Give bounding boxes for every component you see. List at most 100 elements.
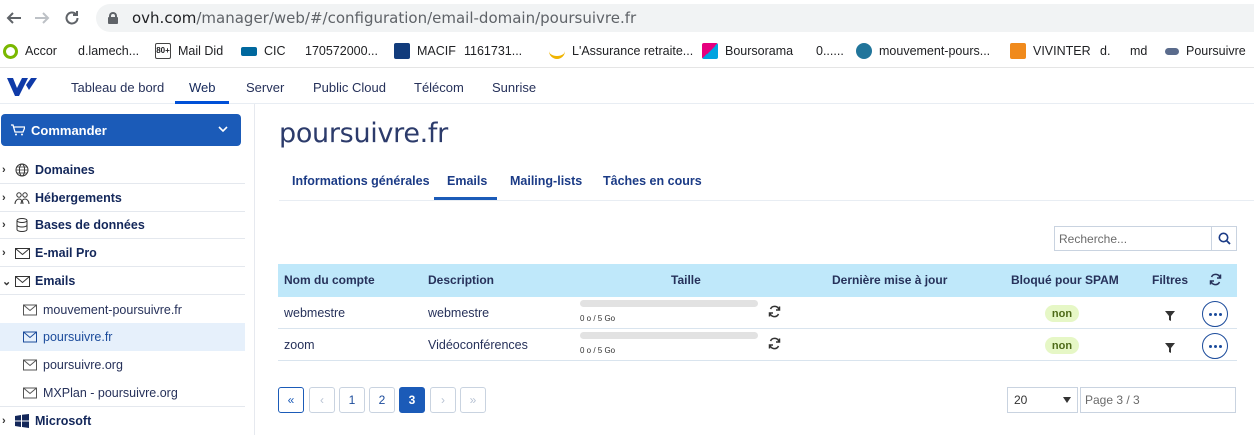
sidebar-item-email-pro[interactable]: › E-mail Pro bbox=[0, 239, 245, 267]
page-indicator-text: Page 3 / 3 bbox=[1085, 393, 1140, 407]
sidebar-item-domaines[interactable]: › Domaines bbox=[0, 156, 245, 184]
bookmark-vivinter[interactable]: VIVINTER bbox=[1010, 42, 1091, 60]
tab-emails[interactable]: Emails bbox=[447, 174, 487, 188]
dot-icon bbox=[1208, 344, 1212, 348]
order-button[interactable]: Commander bbox=[1, 114, 241, 146]
bookmark-170572000[interactable]: 170572000... bbox=[305, 42, 378, 60]
bookmark-d[interactable]: d. bbox=[1100, 42, 1110, 60]
caret-down-icon: ⌄ bbox=[2, 275, 12, 288]
bookmark-mail-did[interactable]: 80+ Mail Did bbox=[155, 42, 223, 60]
search-icon bbox=[1218, 232, 1231, 245]
sidebar: Commander › Domaines › Hébergements › Ba… bbox=[0, 104, 255, 435]
refresh-quota-icon[interactable] bbox=[768, 305, 781, 318]
url-path: /manager/web/#/configuration/email-domai… bbox=[196, 9, 637, 27]
quota-text: 0 o / 5 Go bbox=[580, 346, 616, 355]
col-description[interactable]: Description bbox=[428, 273, 494, 287]
topnav-tableau-de-bord[interactable]: Tableau de bord bbox=[71, 80, 164, 95]
spam-status-badge: non bbox=[1045, 337, 1079, 354]
topnav-sunrise[interactable]: Sunrise bbox=[492, 80, 536, 95]
account-description: Vidéoconférences bbox=[428, 338, 528, 352]
account-name: zoom bbox=[284, 338, 315, 352]
caret-right-icon: › bbox=[2, 192, 6, 204]
page-3-button[interactable]: 3 bbox=[399, 387, 425, 413]
topnav-telecom[interactable]: Télécom bbox=[414, 80, 464, 95]
browser-toolbar: ovh.com/manager/web/#/configuration/emai… bbox=[0, 0, 1254, 36]
sidebar-item-microsoft[interactable]: › Microsoft bbox=[0, 407, 245, 435]
bookmark-mouvement-poursuivre[interactable]: mouvement-pours... bbox=[856, 42, 990, 60]
page-title: poursuivre.fr bbox=[279, 118, 448, 149]
topnav-web[interactable]: Web bbox=[189, 80, 216, 95]
topnav-server[interactable]: Server bbox=[246, 80, 284, 95]
prev-page-button[interactable]: ‹ bbox=[309, 387, 335, 413]
envelope-icon bbox=[23, 304, 37, 316]
sidebar-sub-mouvement-poursuivre-fr[interactable]: mouvement-poursuivre.fr bbox=[0, 296, 245, 324]
page-indicator-input[interactable]: Page 3 / 3 bbox=[1080, 387, 1236, 413]
col-bloque-pour-spam[interactable]: Bloqué pour SPAM bbox=[1011, 273, 1119, 287]
search-box bbox=[1054, 226, 1237, 251]
tab-mailing-lists[interactable]: Mailing-lists bbox=[510, 174, 582, 188]
bookmark-accor[interactable]: Accor bbox=[3, 42, 57, 60]
sidebar-sub-mxplan-poursuivre-org[interactable]: MXPlan - poursuivre.org bbox=[0, 379, 245, 407]
envelope-icon bbox=[14, 245, 30, 261]
col-derniere-mise-a-jour[interactable]: Dernière mise à jour bbox=[832, 273, 947, 287]
envelope-icon bbox=[14, 273, 30, 289]
poursuivre-icon bbox=[1165, 47, 1179, 55]
forward-icon[interactable] bbox=[32, 8, 52, 28]
bookmark-assurance-retraite[interactable]: L'Assurance retraite... bbox=[549, 42, 693, 60]
bookmark-poursuivre[interactable]: Poursuivre bbox=[1165, 42, 1246, 60]
bookmark-boursorama[interactable]: Boursorama bbox=[702, 42, 793, 60]
more-actions-button[interactable] bbox=[1202, 301, 1228, 327]
caret-right-icon: › bbox=[2, 247, 6, 259]
cart-icon bbox=[11, 124, 25, 136]
envelope-icon bbox=[23, 387, 37, 399]
topnav-public-cloud[interactable]: Public Cloud bbox=[313, 80, 386, 95]
caret-right-icon: › bbox=[2, 219, 6, 231]
caret-right-icon: › bbox=[2, 415, 6, 427]
bookmark-cic[interactable]: CIC bbox=[241, 42, 286, 60]
bookmark-dlamech[interactable]: d.lamech... bbox=[78, 42, 139, 60]
vivinter-icon bbox=[1010, 43, 1026, 59]
more-actions-button[interactable] bbox=[1202, 333, 1228, 359]
search-button[interactable] bbox=[1211, 226, 1237, 251]
bookmark-macif[interactable]: MACIF bbox=[394, 42, 456, 60]
dot-icon bbox=[1208, 312, 1212, 316]
col-taille[interactable]: Taille bbox=[671, 273, 701, 287]
tab-taches-en-cours[interactable]: Tâches en cours bbox=[603, 174, 702, 188]
search-input[interactable] bbox=[1054, 226, 1211, 251]
tabs-divider bbox=[279, 200, 1254, 201]
quota-bar bbox=[580, 332, 758, 339]
sidebar-item-hebergements[interactable]: › Hébergements bbox=[0, 184, 245, 212]
bookmark-dots[interactable]: 0...... bbox=[816, 42, 844, 60]
ovh-logo-icon[interactable] bbox=[5, 76, 39, 98]
refresh-table-icon[interactable] bbox=[1209, 273, 1222, 289]
assurance-retraite-icon bbox=[549, 43, 565, 59]
page-2-button[interactable]: 2 bbox=[369, 387, 395, 413]
dot-icon bbox=[1218, 312, 1222, 316]
back-icon[interactable] bbox=[4, 8, 24, 28]
address-bar[interactable]: ovh.com/manager/web/#/configuration/emai… bbox=[96, 4, 1254, 32]
mail-did-icon: 80+ bbox=[155, 43, 171, 59]
first-page-button[interactable]: « bbox=[278, 387, 304, 413]
next-page-button[interactable]: › bbox=[430, 387, 456, 413]
tab-informations-generales[interactable]: Informations générales bbox=[292, 174, 430, 188]
page-1-button[interactable]: 1 bbox=[339, 387, 365, 413]
sidebar-item-emails[interactable]: ⌄ Emails bbox=[0, 267, 245, 295]
col-nom-du-compte[interactable]: Nom du compte bbox=[284, 273, 375, 287]
sidebar-sub-poursuivre-fr[interactable]: poursuivre.fr bbox=[0, 323, 245, 351]
spam-status-badge: non bbox=[1045, 305, 1079, 322]
boursorama-icon bbox=[702, 43, 718, 59]
bookmark-1161731[interactable]: 1161731... bbox=[464, 42, 522, 60]
account-description: webmestre bbox=[428, 306, 490, 320]
sidebar-item-bases-de-donnees[interactable]: › Bases de données bbox=[0, 211, 245, 239]
account-name: webmestre bbox=[284, 306, 346, 320]
sidebar-sub-poursuivre-org[interactable]: poursuivre.org bbox=[0, 351, 245, 379]
bookmark-md[interactable]: md bbox=[1130, 42, 1147, 60]
items-per-page-select[interactable]: 20 bbox=[1007, 387, 1078, 413]
refresh-quota-icon[interactable] bbox=[768, 337, 781, 350]
table-header: Nom du compte Description Taille Dernièr… bbox=[278, 264, 1237, 297]
filter-icon[interactable] bbox=[1165, 340, 1175, 353]
filter-icon[interactable] bbox=[1165, 308, 1175, 321]
accor-icon bbox=[3, 43, 18, 59]
reload-icon[interactable] bbox=[62, 8, 82, 28]
last-page-button[interactable]: » bbox=[460, 387, 486, 413]
